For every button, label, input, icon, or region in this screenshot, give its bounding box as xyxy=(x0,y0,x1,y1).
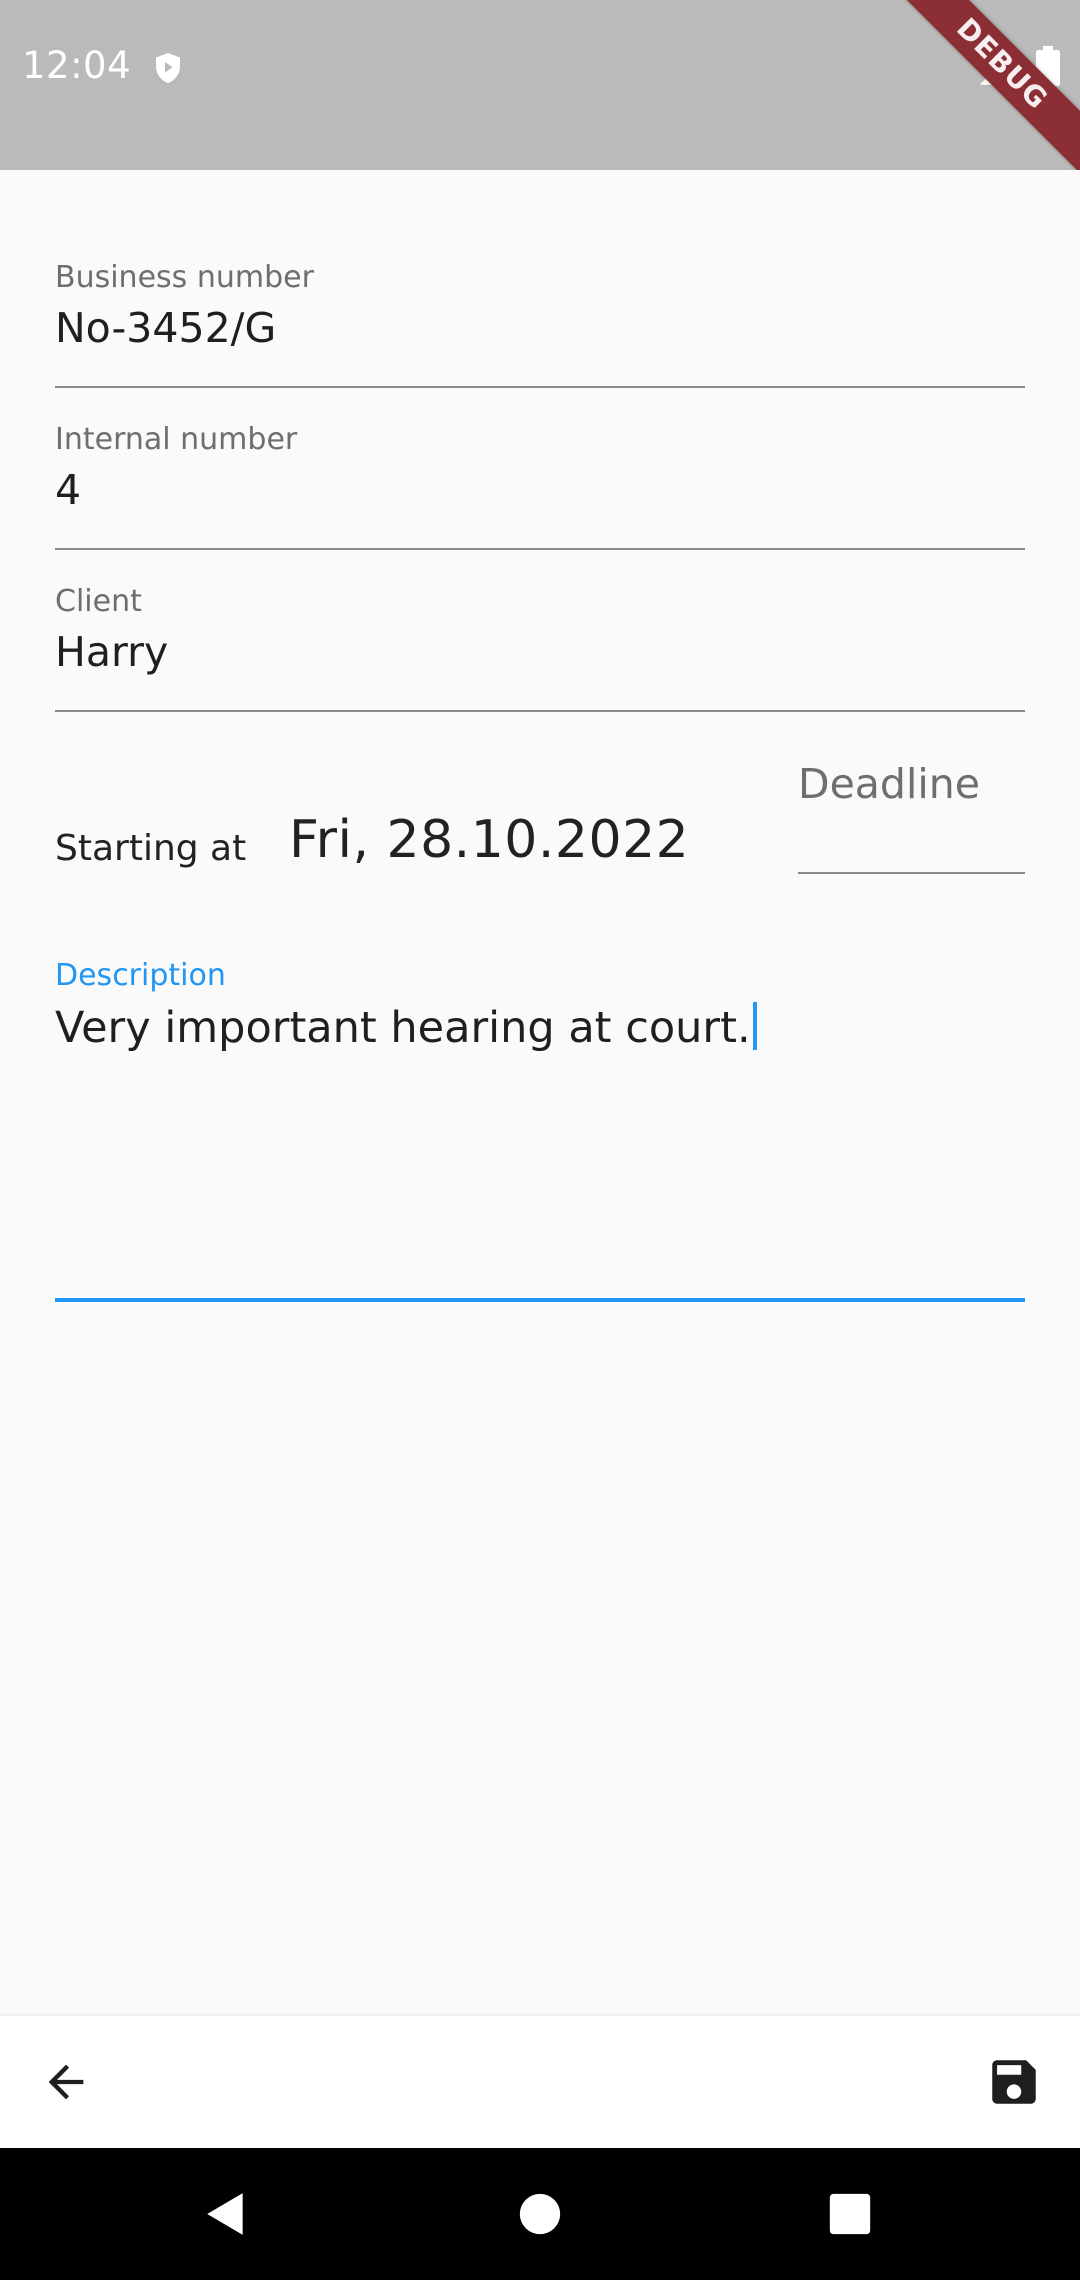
description-underline xyxy=(55,1298,1025,1302)
internal-number-value[interactable]: 4 xyxy=(55,466,81,514)
deadline-field[interactable]: Deadline xyxy=(798,760,1025,880)
client-label: Client xyxy=(55,584,142,619)
deadline-placeholder: Deadline xyxy=(798,760,980,808)
description-label: Description xyxy=(55,958,226,993)
starting-date-button[interactable]: Fri, 28.10.2022 xyxy=(289,810,689,870)
bottom-app-bar xyxy=(0,2016,1080,2148)
nav-recents-icon xyxy=(829,2193,871,2235)
internal-number-label: Internal number xyxy=(55,422,298,457)
text-cursor xyxy=(752,1002,757,1050)
nav-home-button[interactable] xyxy=(502,2176,578,2252)
business-number-value[interactable]: No-3452/G xyxy=(55,304,276,352)
arrow-back-icon xyxy=(48,2064,84,2100)
system-nav-bar xyxy=(0,2148,1080,2280)
save-button[interactable] xyxy=(970,2038,1058,2126)
description-text: Very important hearing at court. xyxy=(55,1003,751,1053)
client-underline xyxy=(55,710,1025,712)
description-input[interactable]: Very important hearing at court. xyxy=(55,1002,1025,1053)
business-number-label: Business number xyxy=(55,260,314,295)
nav-recents-button[interactable] xyxy=(812,2176,888,2252)
status-time: 12:04 xyxy=(22,44,132,87)
client-value[interactable]: Harry xyxy=(55,628,168,676)
back-button[interactable] xyxy=(22,2038,110,2126)
deadline-underline xyxy=(798,872,1025,874)
starting-at-label: Starting at xyxy=(55,828,247,869)
business-number-underline xyxy=(55,386,1025,388)
internal-number-underline xyxy=(55,548,1025,550)
shield-icon xyxy=(156,53,180,83)
nav-back-button[interactable] xyxy=(188,2176,264,2252)
nav-home-icon xyxy=(519,2193,561,2235)
status-bar: 12:04 DEBUG xyxy=(0,0,1080,170)
nav-back-icon xyxy=(207,2193,243,2235)
save-icon xyxy=(992,2060,1036,2104)
